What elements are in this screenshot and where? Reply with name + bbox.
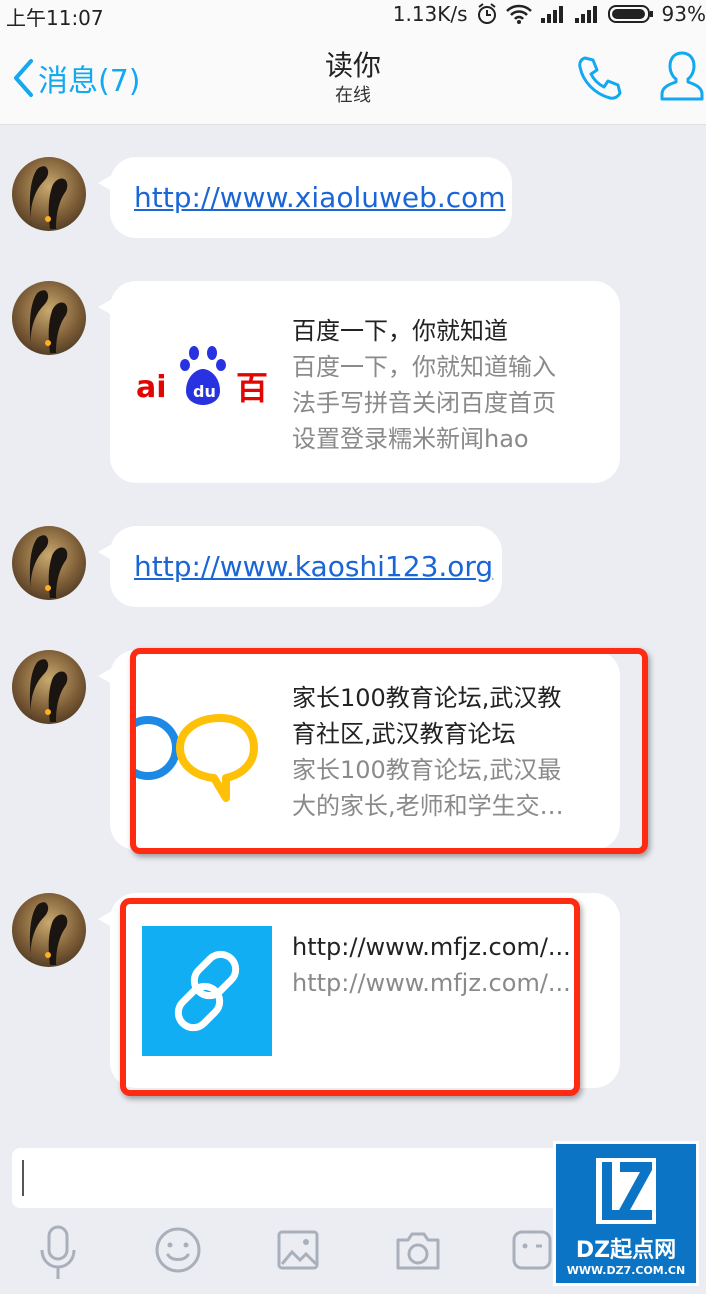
microphone-icon[interactable] bbox=[38, 1224, 78, 1286]
status-bar: 上午11:07 1.13K/s 93% bbox=[0, 0, 706, 30]
message-link[interactable]: http://www.kaoshi123.org bbox=[134, 550, 493, 583]
card-desc-line: 法手写拼音关闭百度首页 bbox=[292, 389, 556, 417]
svg-text:ai: ai bbox=[136, 370, 167, 405]
call-button[interactable] bbox=[575, 54, 623, 104]
highlight-frame bbox=[120, 898, 580, 1096]
message-input[interactable] bbox=[12, 1148, 572, 1208]
signal-icon-2 bbox=[574, 5, 600, 23]
baidu-logo: du ai 百 bbox=[136, 343, 272, 409]
wifi-icon bbox=[505, 4, 532, 24]
contact-avatar[interactable] bbox=[12, 157, 86, 231]
chat-header: 消息(7) 读你 在线 bbox=[0, 30, 706, 125]
network-speed: 1.13K/s bbox=[392, 2, 468, 26]
contact-avatar[interactable] bbox=[12, 893, 86, 967]
card-desc-line: 百度一下，你就知道输入 bbox=[292, 353, 556, 381]
phone-icon bbox=[578, 56, 622, 100]
sticker-icon[interactable] bbox=[512, 1224, 552, 1280]
status-indicators: 1.13K/s 93% bbox=[393, 2, 706, 26]
message-bubble[interactable]: http://www.xiaoluweb.com bbox=[98, 157, 512, 238]
alarm-icon bbox=[476, 3, 498, 25]
message-bubble[interactable]: http://www.kaoshi123.org bbox=[98, 526, 502, 607]
message-link[interactable]: http://www.xiaoluweb.com bbox=[134, 181, 506, 214]
card-title: 百度一下，你就知道 bbox=[292, 317, 508, 345]
contact-avatar[interactable] bbox=[12, 650, 86, 724]
card-desc-line: 设置登录糯米新闻hao bbox=[292, 425, 529, 453]
image-icon[interactable] bbox=[276, 1224, 320, 1280]
highlight-frame bbox=[130, 648, 648, 854]
contact-avatar[interactable] bbox=[12, 281, 86, 355]
text-caret bbox=[22, 1160, 24, 1196]
status-time: 上午11:07 bbox=[6, 6, 104, 30]
watermark-url: WWW.DZ7.COM.CN bbox=[566, 1264, 686, 1277]
watermark-lz-mark bbox=[596, 1158, 656, 1224]
link-card-bubble[interactable]: du ai 百 百度一下，你就知道 百度一下，你就知道输入 法手写拼音关闭百度首… bbox=[98, 281, 620, 483]
person-icon bbox=[660, 51, 704, 101]
emoji-icon[interactable] bbox=[154, 1224, 202, 1280]
profile-button[interactable] bbox=[660, 50, 704, 106]
battery-level: 93% bbox=[661, 2, 706, 26]
watermark-logo: DZ起点网 WWW.DZ7.COM.CN bbox=[553, 1141, 699, 1286]
signal-icon bbox=[540, 5, 566, 23]
svg-text:百: 百 bbox=[236, 369, 268, 407]
battery-icon bbox=[607, 4, 654, 24]
contact-avatar[interactable] bbox=[12, 526, 86, 600]
camera-icon[interactable] bbox=[394, 1224, 442, 1280]
svg-text:du: du bbox=[193, 382, 216, 401]
watermark-name: DZ起点网 bbox=[575, 1238, 677, 1263]
